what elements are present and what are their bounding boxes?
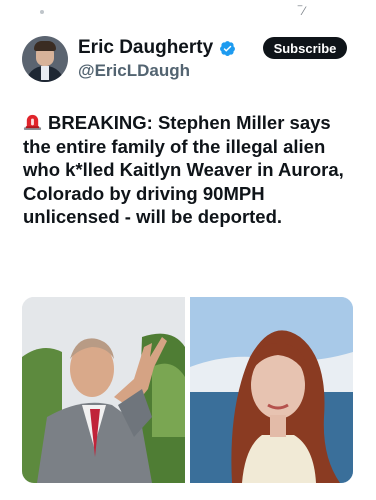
woman-portrait-illustration (190, 297, 353, 483)
author-name-row[interactable]: Eric Daugherty (78, 37, 236, 59)
woman-portrait-photo[interactable] (190, 297, 353, 483)
avatar[interactable] (22, 36, 68, 82)
avatar-hair (34, 41, 56, 51)
rotating-light-icon (23, 114, 42, 131)
man-pointing-photo[interactable] (22, 297, 185, 483)
bottom-spacer (0, 490, 376, 500)
media-grid[interactable] (22, 297, 353, 483)
verified-badge-icon (220, 40, 236, 56)
overflow-menu-icon[interactable]: ‾⁄ (298, 4, 306, 18)
status-dot-icon (40, 10, 44, 14)
man-pointing-illustration (22, 297, 185, 483)
avatar-shirt (41, 66, 49, 80)
author-name[interactable]: Eric Daugherty (78, 37, 213, 59)
tweet-text-block: BREAKING: Stephen Miller says the entire… (23, 111, 358, 229)
author-handle[interactable]: @EricLDaugh (78, 61, 190, 81)
subscribe-button[interactable]: Subscribe (263, 37, 347, 59)
status-strip: ‾⁄ (0, 0, 376, 20)
tweet-text: BREAKING: Stephen Miller says the entire… (23, 112, 344, 228)
